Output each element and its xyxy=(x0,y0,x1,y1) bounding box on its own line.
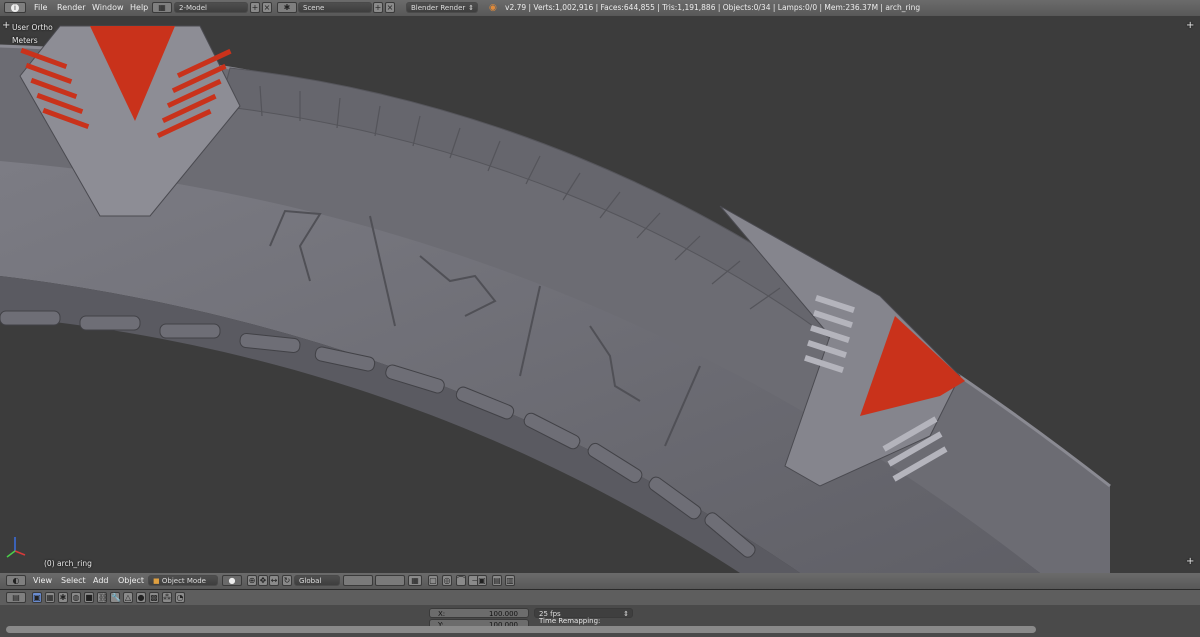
3d-viewport[interactable]: User Ortho Meters (0) arch_ring + + + xyxy=(0,16,1200,573)
opengl-render-icon[interactable]: ▤ xyxy=(492,575,502,586)
screen-layout-field[interactable]: 2-Model xyxy=(174,2,248,13)
snap-toggle-icon[interactable]: ⌒ xyxy=(456,575,466,586)
time-remapping-label: Time Remapping: xyxy=(539,617,601,625)
opengl-anim-icon[interactable]: ▥ xyxy=(505,575,515,586)
pivot-point-icon[interactable]: ⊕ xyxy=(247,575,257,586)
viewport-shading-dropdown[interactable]: ● xyxy=(222,575,242,586)
constraints-context-icon[interactable]: ⛓ xyxy=(97,592,108,603)
render-engine-dropdown[interactable]: Blender Render ⇕ xyxy=(406,2,478,13)
orientation-label: Global xyxy=(299,577,322,585)
manipulator-toggle-icon[interactable]: ✥ xyxy=(258,575,268,586)
proportional-edit-icon[interactable]: ◎ xyxy=(442,575,452,586)
render-engine-label: Blender Render xyxy=(411,4,466,12)
scene-context-icon[interactable]: ✱ xyxy=(58,592,68,603)
units-label: Meters xyxy=(12,36,38,45)
world-context-icon[interactable]: ◍ xyxy=(71,592,81,603)
dropdown-arrows-icon: ⇕ xyxy=(468,4,474,12)
translate-manipulator-icon[interactable]: ↔ xyxy=(269,575,279,586)
active-object-label: (0) arch_ring xyxy=(44,559,92,568)
editor-type-menu[interactable]: i xyxy=(4,2,26,13)
remove-screen-button[interactable]: × xyxy=(262,2,272,13)
physics-context-icon[interactable]: ◔ xyxy=(175,592,185,603)
object-mode-icon: ■ xyxy=(153,577,160,585)
lock-camera-icon[interactable]: ▢ xyxy=(428,575,438,586)
menu-view[interactable]: View xyxy=(33,573,52,589)
view-name-label: User Ortho xyxy=(12,23,53,32)
menu-window[interactable]: Window xyxy=(92,0,124,16)
remove-scene-button[interactable]: × xyxy=(385,2,395,13)
scene-field[interactable]: Scene xyxy=(298,2,372,13)
editor-type-properties-icon[interactable]: ▤ xyxy=(6,592,26,603)
resolution-x-value: 100.000 xyxy=(489,610,518,618)
info-header: i File Render Window Help ▦ 2-Model + × … xyxy=(0,0,1200,17)
rotate-manipulator-icon[interactable]: ↻ xyxy=(282,575,292,586)
split-area-icon-left[interactable]: + xyxy=(2,20,10,31)
modifiers-context-icon[interactable]: 🔧 xyxy=(110,592,121,603)
layer-grid-icon[interactable]: ▦ xyxy=(408,575,422,586)
info-icon: i xyxy=(11,4,19,12)
texture-context-icon[interactable]: ▩ xyxy=(149,592,159,603)
properties-panel: X: 100.000 Y: 100.000 25 fps ⇕ Time Rema… xyxy=(0,605,1200,637)
layer-buttons-a[interactable] xyxy=(343,575,373,586)
split-area-icon-bottom[interactable]: + xyxy=(1186,556,1194,567)
render-context-icon[interactable]: ▣ xyxy=(32,592,42,603)
mode-label: Object Mode xyxy=(161,577,206,585)
menu-add[interactable]: Add xyxy=(93,573,109,589)
menu-help[interactable]: Help xyxy=(130,0,148,16)
axis-gizmo xyxy=(6,537,26,558)
menu-file[interactable]: File xyxy=(34,0,47,16)
split-area-icon[interactable]: + xyxy=(1186,20,1194,31)
resolution-x-label: X: xyxy=(438,610,446,618)
screen-layout-icon[interactable]: ▦ xyxy=(152,2,172,13)
menu-render[interactable]: Render xyxy=(57,0,85,16)
menu-object[interactable]: Object xyxy=(118,573,144,589)
horizontal-scrollbar[interactable] xyxy=(6,626,1036,633)
stargate-ring-model xyxy=(0,25,1111,573)
snap-target-icon[interactable]: ▣ xyxy=(477,575,487,586)
add-screen-button[interactable]: + xyxy=(250,2,260,13)
data-context-icon[interactable]: △ xyxy=(123,592,133,603)
blender-logo-icon: ◉ xyxy=(489,3,497,13)
transform-orientation-dropdown[interactable]: Global xyxy=(294,575,340,586)
dropdown-arrows-icon: ⇕ xyxy=(623,610,629,618)
material-context-icon[interactable]: ● xyxy=(136,592,146,603)
object-context-icon[interactable]: ■ xyxy=(84,592,94,603)
render-layers-icon[interactable]: ▦ xyxy=(45,592,55,603)
tool-shelf-row: ▤ ▣ ▦ ✱ ◍ ■ ⛓ 🔧 △ ● ▩ ⁂ ◔ xyxy=(0,590,1200,606)
menu-select[interactable]: Select xyxy=(61,573,86,589)
3d-view-header: ◐ View Select Add Object ■ Object Mode ●… xyxy=(0,573,1200,590)
editor-type-3d-icon[interactable]: ◐ xyxy=(6,575,26,586)
layer-buttons-b[interactable] xyxy=(375,575,405,586)
resolution-x-field[interactable]: X: 100.000 xyxy=(429,608,529,618)
scene-statistics: v2.79 | Verts:1,002,916 | Faces:644,855 … xyxy=(505,3,921,12)
add-scene-button[interactable]: + xyxy=(373,2,383,13)
scene-icon[interactable]: ✱ xyxy=(277,2,297,13)
mode-dropdown[interactable]: ■ Object Mode xyxy=(148,575,218,586)
particles-context-icon[interactable]: ⁂ xyxy=(162,592,172,603)
